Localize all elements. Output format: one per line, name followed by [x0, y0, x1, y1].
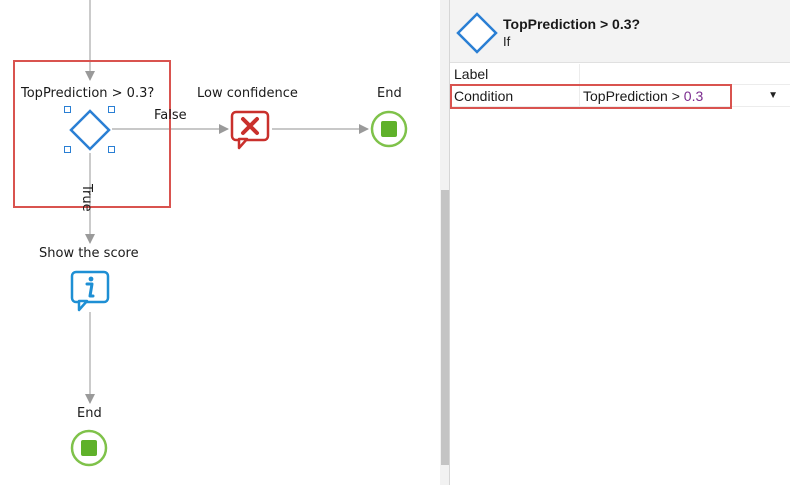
- property-name: Label: [454, 66, 489, 82]
- info-bubble-icon: [70, 270, 110, 312]
- low-confidence-label: Low confidence: [197, 86, 298, 101]
- end-label-bottom: End: [77, 406, 102, 421]
- property-row-label[interactable]: Label: [450, 64, 790, 85]
- show-score-label: Show the score: [39, 246, 139, 261]
- condition-row-highlight: [450, 84, 732, 109]
- end-label-right: End: [377, 86, 402, 101]
- end-circle-icon: [70, 429, 108, 467]
- end-node-bottom[interactable]: [70, 429, 108, 467]
- error-bubble-icon: [230, 110, 270, 150]
- if-diamond-icon: [456, 12, 498, 54]
- end-circle-icon: [370, 110, 408, 148]
- flow-canvas[interactable]: TopPrediction > 0.3? False True Low conf…: [0, 0, 440, 485]
- true-branch-label: True: [79, 184, 94, 212]
- properties-subtitle: If: [503, 34, 511, 49]
- show-score-node[interactable]: [69, 270, 111, 312]
- false-branch-label: False: [154, 108, 187, 123]
- scrollbar-thumb[interactable]: [441, 190, 449, 465]
- dropdown-arrow-icon[interactable]: ▼: [768, 90, 778, 101]
- properties-title: TopPrediction > 0.3?: [503, 16, 641, 32]
- end-node-right[interactable]: [370, 110, 408, 148]
- properties-header: TopPrediction > 0.3? If: [450, 0, 790, 63]
- canvas-scrollbar[interactable]: [440, 0, 450, 485]
- low-confidence-node[interactable]: [229, 110, 271, 150]
- properties-panel: TopPrediction > 0.3? If Label Condition …: [450, 0, 790, 485]
